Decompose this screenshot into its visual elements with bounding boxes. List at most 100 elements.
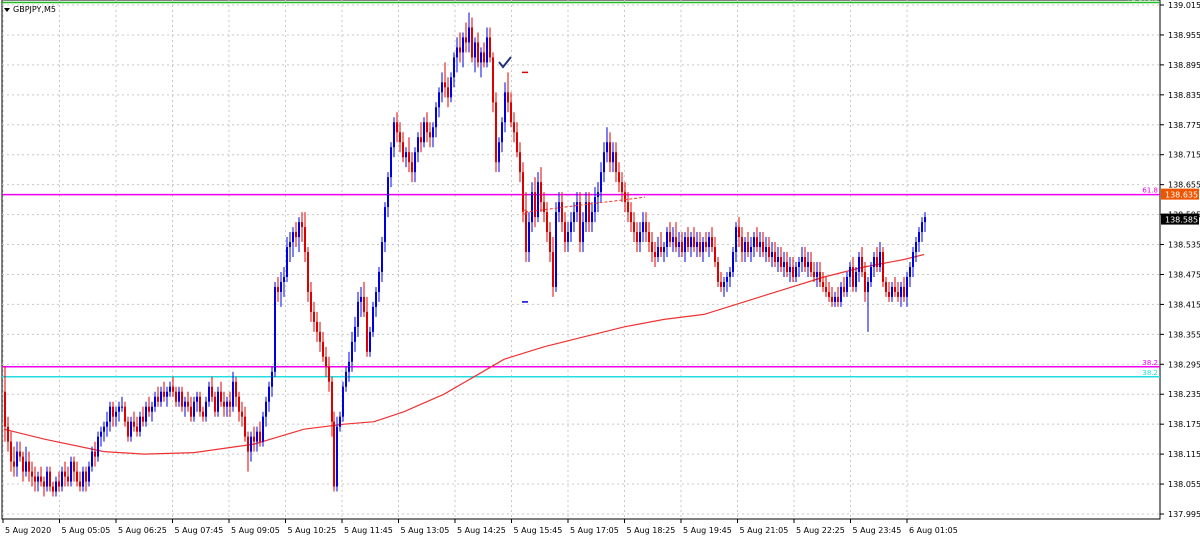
candle-body [843, 286, 845, 292]
candle-body [669, 232, 671, 243]
candle-body [834, 296, 836, 302]
candle-body [921, 222, 923, 233]
candle-body [103, 426, 105, 432]
y-tick-label: 138.535 [1168, 241, 1200, 250]
candle-body [492, 57, 494, 103]
annotations [498, 56, 646, 303]
current-price-value: 138.585 [1165, 216, 1198, 225]
candle-body [16, 451, 18, 467]
candle-body [894, 286, 896, 292]
candle-body [73, 461, 75, 472]
candle-body [241, 411, 243, 417]
candle-body [765, 247, 767, 253]
y-tick-label: 138.235 [1168, 390, 1200, 399]
candle-body [822, 281, 824, 287]
candle-body [462, 37, 464, 53]
candle-body [369, 331, 371, 352]
candle-body [250, 436, 252, 452]
candle-body [615, 152, 617, 173]
candle-body [262, 416, 264, 442]
candle-body [510, 102, 512, 123]
candle-body [771, 252, 773, 258]
candle-body [37, 476, 39, 482]
candle-body [10, 441, 12, 462]
chart-window[interactable]: FE 161.8 61.8 138.635 38.2 38.2 139.015 138.9… [0, 0, 1200, 540]
candle-body [678, 242, 680, 248]
candle-body [169, 386, 171, 392]
candle-body [531, 192, 533, 223]
candle-body [402, 142, 404, 158]
candle-body [645, 222, 647, 233]
price-axis[interactable]: 139.015 138.955 138.895 138.835 138.775 138.7… [1160, 1, 1200, 519]
y-tick-label: 138.355 [1168, 330, 1200, 339]
candle-body [525, 212, 527, 253]
candle-body [555, 212, 557, 287]
candle-body [130, 421, 132, 437]
candle-body [304, 227, 306, 253]
candle-body [136, 426, 138, 432]
candle-body [642, 222, 644, 233]
candle-body [256, 431, 258, 442]
candle-body [750, 247, 752, 253]
x-tick-label: 5 Aug 22:25 [796, 526, 845, 535]
candle-body [354, 326, 356, 342]
price-chart[interactable]: FE 161.8 61.8 138.635 38.2 38.2 139.015 138.9… [0, 0, 1200, 540]
candle-body [345, 371, 347, 387]
candle-body [918, 232, 920, 243]
candle-body [384, 207, 386, 243]
candle-body [807, 261, 809, 267]
candle-body [849, 266, 851, 277]
candle-body [516, 132, 518, 153]
candle-body [825, 286, 827, 292]
candle-body [76, 471, 78, 482]
candle-body [810, 261, 812, 272]
candle-body [753, 237, 755, 248]
candle-body [441, 82, 443, 93]
candle-body [444, 82, 446, 88]
candle-body [322, 341, 324, 357]
candle-body [813, 271, 815, 277]
candle-body [714, 247, 716, 262]
candle-body [118, 406, 120, 412]
dropdown-triangle-icon[interactable] [4, 8, 10, 12]
candle-body [202, 411, 204, 417]
candle-body [208, 386, 210, 402]
candle-body [888, 291, 890, 297]
candle-body [333, 421, 335, 487]
candle-body [792, 266, 794, 277]
candle-body [154, 396, 156, 407]
candle-body [247, 436, 249, 452]
candle-body [316, 321, 318, 332]
candle-body [876, 257, 878, 267]
candle-body [594, 197, 596, 213]
candle-body [357, 301, 359, 327]
candle-body [184, 401, 186, 407]
candle-body [328, 366, 330, 382]
candle-body [693, 237, 695, 248]
x-tick-label: 5 Aug 18:25 [627, 526, 676, 535]
candle-body [906, 276, 908, 297]
candle-body [331, 381, 333, 422]
x-tick-label: 6 Aug 01:05 [909, 526, 958, 535]
candle-body [447, 87, 449, 98]
time-axis[interactable]: 5 Aug 2020 5 Aug 05:05 5 Aug 06:25 5 Aug 07… [2, 519, 958, 535]
x-tick-label: 5 Aug 2020 [5, 526, 51, 535]
candle-body [924, 217, 926, 223]
candle-body [564, 222, 566, 243]
candle-body [435, 107, 437, 128]
candle-body [274, 286, 276, 372]
candle-body [348, 361, 350, 372]
candle-body [501, 122, 503, 143]
candle-body [363, 296, 365, 312]
candle-body [570, 222, 572, 233]
candle-body [534, 192, 536, 218]
candle-body [244, 416, 246, 437]
candle-body [495, 102, 497, 163]
candle-body [879, 252, 881, 267]
candle-body [429, 132, 431, 138]
level-label-fib-161.8: FE 161.8 [1127, 0, 1158, 3]
candle-body [705, 242, 707, 248]
level-label-fib-61.8: 61.8 [1142, 187, 1158, 195]
candle-body [744, 242, 746, 253]
candle-body [307, 252, 309, 292]
